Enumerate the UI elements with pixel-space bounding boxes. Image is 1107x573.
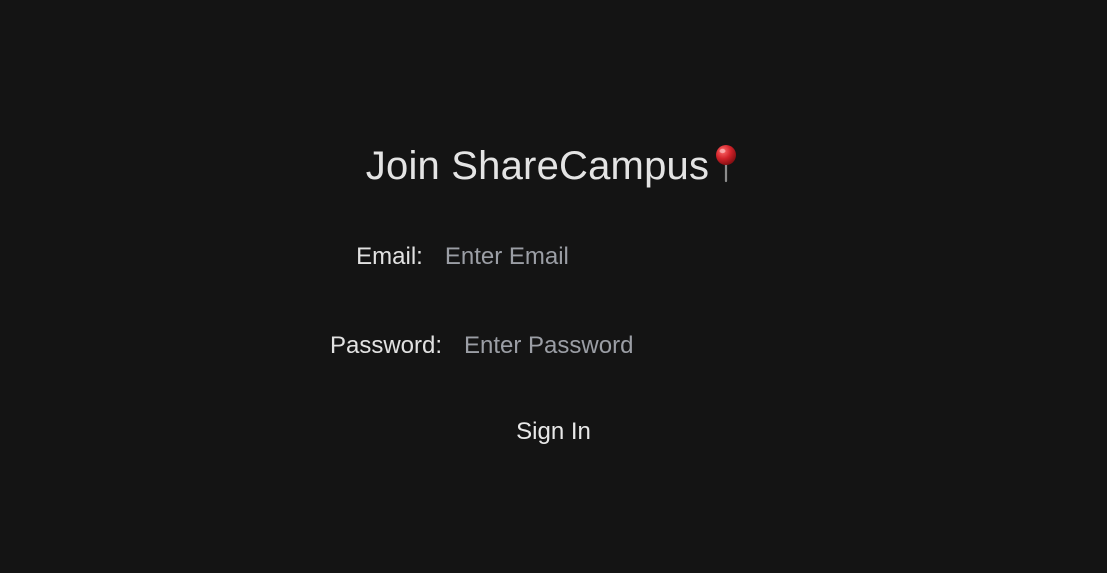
sign-in-container: Sign In — [0, 418, 1107, 446]
email-row: Email: — [0, 240, 1107, 274]
password-label: Password: — [329, 332, 443, 359]
email-field[interactable] — [444, 243, 645, 271]
page-title: Join ShareCampus — [0, 142, 1107, 190]
password-row: Password: — [0, 329, 1107, 363]
email-label: Email: — [356, 243, 423, 270]
page-title-text: Join ShareCampus — [365, 144, 710, 188]
password-field[interactable] — [464, 332, 665, 360]
sign-in-button[interactable]: Sign In — [516, 418, 591, 446]
round-pushpin-icon — [711, 143, 741, 183]
